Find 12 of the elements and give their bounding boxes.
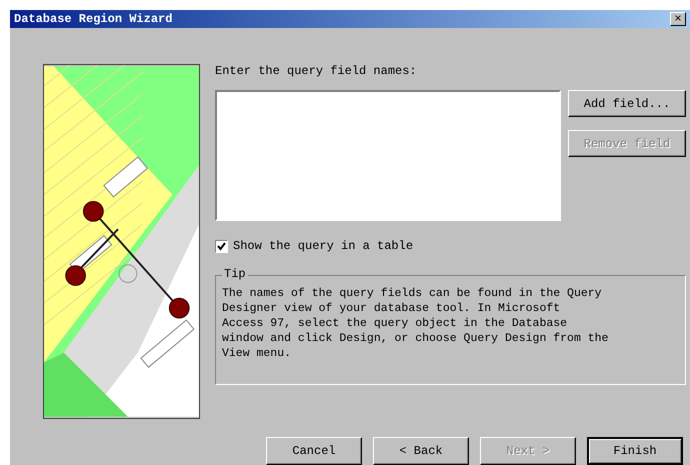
tip-text: The names of the query fields can be found in the Query Designer view of your database tool. In Microsoft Access 97, select the query object in the Database window and click Design, or choose Query Design from the View menu.	[222, 286, 610, 361]
checkbox-label: Show the query in a table	[233, 238, 414, 255]
dialog-button[interactable]: < Back	[373, 437, 469, 465]
dialog-button[interactable]: Add field...	[568, 90, 686, 117]
window-title: Database Region Wizard	[14, 11, 172, 28]
prompt-label: Enter the query field names:	[215, 63, 418, 80]
close-button[interactable]: ×	[670, 12, 686, 26]
field-names-list[interactable]	[215, 90, 561, 221]
dialog-button[interactable]: Cancel	[266, 437, 362, 465]
checkbox[interactable]	[215, 240, 228, 252]
tip-title: Tip	[222, 268, 248, 280]
dialog-button[interactable]: Finish	[587, 437, 683, 465]
